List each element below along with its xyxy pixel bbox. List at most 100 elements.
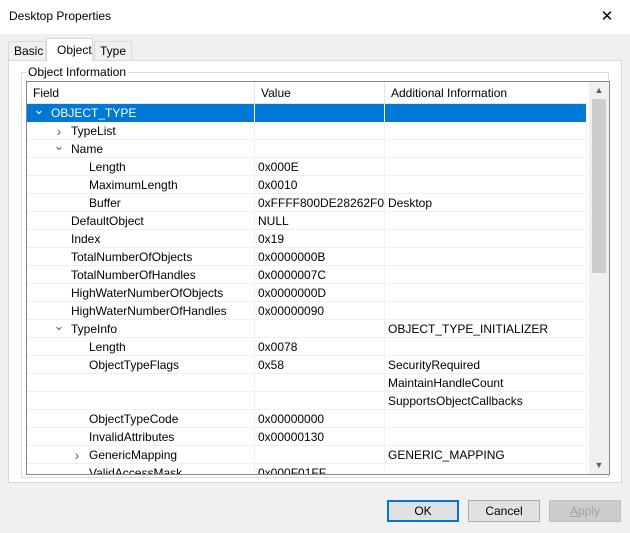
tree-row[interactable]: ObjectTypeCode 0x00000000: [27, 410, 587, 428]
tree-row[interactable]: HighWaterNumberOfHandles 0x00000090: [27, 302, 587, 320]
field-label: GenericMapping: [89, 448, 178, 462]
field-cell: › TypeList: [27, 122, 255, 140]
apply-button[interactable]: Apply: [549, 500, 621, 522]
chevron-right-icon[interactable]: ›: [53, 122, 65, 140]
additional-info-cell: [385, 464, 587, 474]
additional-info-cell: Desktop: [385, 194, 587, 212]
close-icon: ✕: [600, 8, 614, 25]
additional-info-cell: OBJECT_TYPE_INITIALIZER: [385, 320, 587, 338]
field-label: TypeInfo: [71, 322, 118, 336]
field-cell: DefaultObject: [27, 212, 255, 230]
tree-row[interactable]: MaintainHandleCount: [27, 374, 587, 392]
field-label: Length: [89, 340, 126, 354]
tree-row[interactable]: ObjectTypeFlags 0x58 SecurityRequired: [27, 356, 587, 374]
cancel-button[interactable]: Cancel: [468, 500, 540, 522]
tree-row[interactable]: TotalNumberOfHandles 0x0000007C: [27, 266, 587, 284]
value-cell: 0x58: [255, 356, 385, 374]
column-header-value[interactable]: Value: [255, 82, 385, 104]
dialog-client-area: Basic Object Type Object Information Fie…: [0, 34, 630, 533]
tree-row[interactable]: Buffer 0xFFFF800DE28262F0 Desktop: [27, 194, 587, 212]
tree-row[interactable]: SupportsObjectCallbacks: [27, 392, 587, 410]
field-cell: ⌄ Name: [27, 140, 255, 158]
field-label: ObjectTypeFlags: [89, 358, 180, 372]
field-label: Name: [71, 142, 104, 156]
value-cell: 0x19: [255, 230, 385, 248]
tree-row[interactable]: ⌄ TypeInfo OBJECT_TYPE_INITIALIZER: [27, 320, 587, 338]
vertical-scrollbar[interactable]: ▲ ▼: [589, 82, 609, 474]
tree-row[interactable]: Length 0x000E: [27, 158, 587, 176]
value-cell: [255, 446, 385, 464]
field-cell: HighWaterNumberOfObjects: [27, 284, 255, 302]
value-cell: 0x0000007C: [255, 266, 385, 284]
tree-row[interactable]: HighWaterNumberOfObjects 0x0000000D: [27, 284, 587, 302]
field-cell: › GenericMapping: [27, 446, 255, 464]
close-button[interactable]: ✕: [584, 0, 630, 32]
window-title: Desktop Properties: [9, 9, 112, 23]
field-label: TotalNumberOfHandles: [71, 268, 196, 282]
scroll-down-icon[interactable]: ▼: [589, 457, 609, 474]
value-cell: 0x000E: [255, 158, 385, 176]
additional-info-cell: [385, 428, 587, 446]
additional-info-cell: [385, 230, 587, 248]
field-cell: InvalidAttributes: [27, 428, 255, 446]
chevron-right-icon[interactable]: ›: [71, 446, 83, 464]
tab-type[interactable]: Type: [94, 41, 132, 61]
column-header-field[interactable]: Field: [27, 82, 255, 104]
tab-object[interactable]: Object: [46, 38, 93, 62]
tree-row[interactable]: ⌄ OBJECT_TYPE: [27, 104, 587, 122]
tree-row[interactable]: › GenericMapping GENERIC_MAPPING: [27, 446, 587, 464]
field-label: HighWaterNumberOfHandles: [71, 304, 227, 318]
dialog-buttons: OK Cancel Apply: [0, 500, 630, 524]
tree-rows: ⌄ OBJECT_TYPE › TypeList ⌄ Name Length 0x000E Ma…: [27, 104, 587, 474]
field-label: TotalNumberOfObjects: [71, 250, 193, 264]
chevron-down-icon[interactable]: ⌄: [53, 320, 65, 338]
value-cell: 0x0010: [255, 176, 385, 194]
additional-info-cell: GENERIC_MAPPING: [385, 446, 587, 464]
ok-button[interactable]: OK: [387, 500, 459, 522]
tree-row[interactable]: › TypeList: [27, 122, 587, 140]
field-label: Length: [89, 160, 126, 174]
value-cell: 0x0000000D: [255, 284, 385, 302]
column-header-additional[interactable]: Additional Information: [385, 82, 587, 104]
value-cell: [255, 122, 385, 140]
field-cell: [27, 374, 255, 392]
tree-row[interactable]: Length 0x0078: [27, 338, 587, 356]
field-label: MaximumLength: [89, 178, 178, 192]
value-cell: 0x000F01FF: [255, 464, 385, 474]
tree-row[interactable]: ValidAccessMask 0x000F01FF: [27, 464, 587, 474]
list-header: Field Value Additional Information: [27, 82, 587, 104]
additional-info-cell: [385, 122, 587, 140]
field-cell: Length: [27, 158, 255, 176]
value-cell: [255, 104, 385, 122]
field-label: DefaultObject: [71, 214, 144, 228]
field-cell: ValidAccessMask: [27, 464, 255, 474]
object-information-group: Object Information Field Value Additiona…: [21, 65, 610, 478]
tree-row[interactable]: Index 0x19: [27, 230, 587, 248]
tree-row[interactable]: TotalNumberOfObjects 0x0000000B: [27, 248, 587, 266]
tree-row[interactable]: MaximumLength 0x0010: [27, 176, 587, 194]
value-cell: NULL: [255, 212, 385, 230]
field-cell: TotalNumberOfHandles: [27, 266, 255, 284]
additional-info-cell: MaintainHandleCount: [385, 374, 587, 392]
additional-info-cell: [385, 302, 587, 320]
object-tree-list[interactable]: Field Value Additional Information ⌄ OBJE…: [26, 81, 610, 475]
value-cell: 0x0000000B: [255, 248, 385, 266]
value-cell: 0x00000130: [255, 428, 385, 446]
tree-row[interactable]: InvalidAttributes 0x00000130: [27, 428, 587, 446]
scroll-up-icon[interactable]: ▲: [589, 82, 609, 99]
field-cell: ⌄ TypeInfo: [27, 320, 255, 338]
additional-info-cell: [385, 158, 587, 176]
value-cell: 0x00000090: [255, 302, 385, 320]
additional-info-cell: [385, 266, 587, 284]
field-label: InvalidAttributes: [89, 430, 175, 444]
tree-row[interactable]: DefaultObject NULL: [27, 212, 587, 230]
additional-info-cell: [385, 284, 587, 302]
field-cell: ⌄ OBJECT_TYPE: [27, 104, 255, 122]
chevron-down-icon[interactable]: ⌄: [33, 104, 45, 122]
tree-row[interactable]: ⌄ Name: [27, 140, 587, 158]
chevron-down-icon[interactable]: ⌄: [53, 140, 65, 158]
tab-basic[interactable]: Basic: [8, 41, 46, 61]
scrollbar-thumb[interactable]: [592, 99, 606, 273]
additional-info-cell: [385, 212, 587, 230]
value-cell: 0xFFFF800DE28262F0: [255, 194, 385, 212]
